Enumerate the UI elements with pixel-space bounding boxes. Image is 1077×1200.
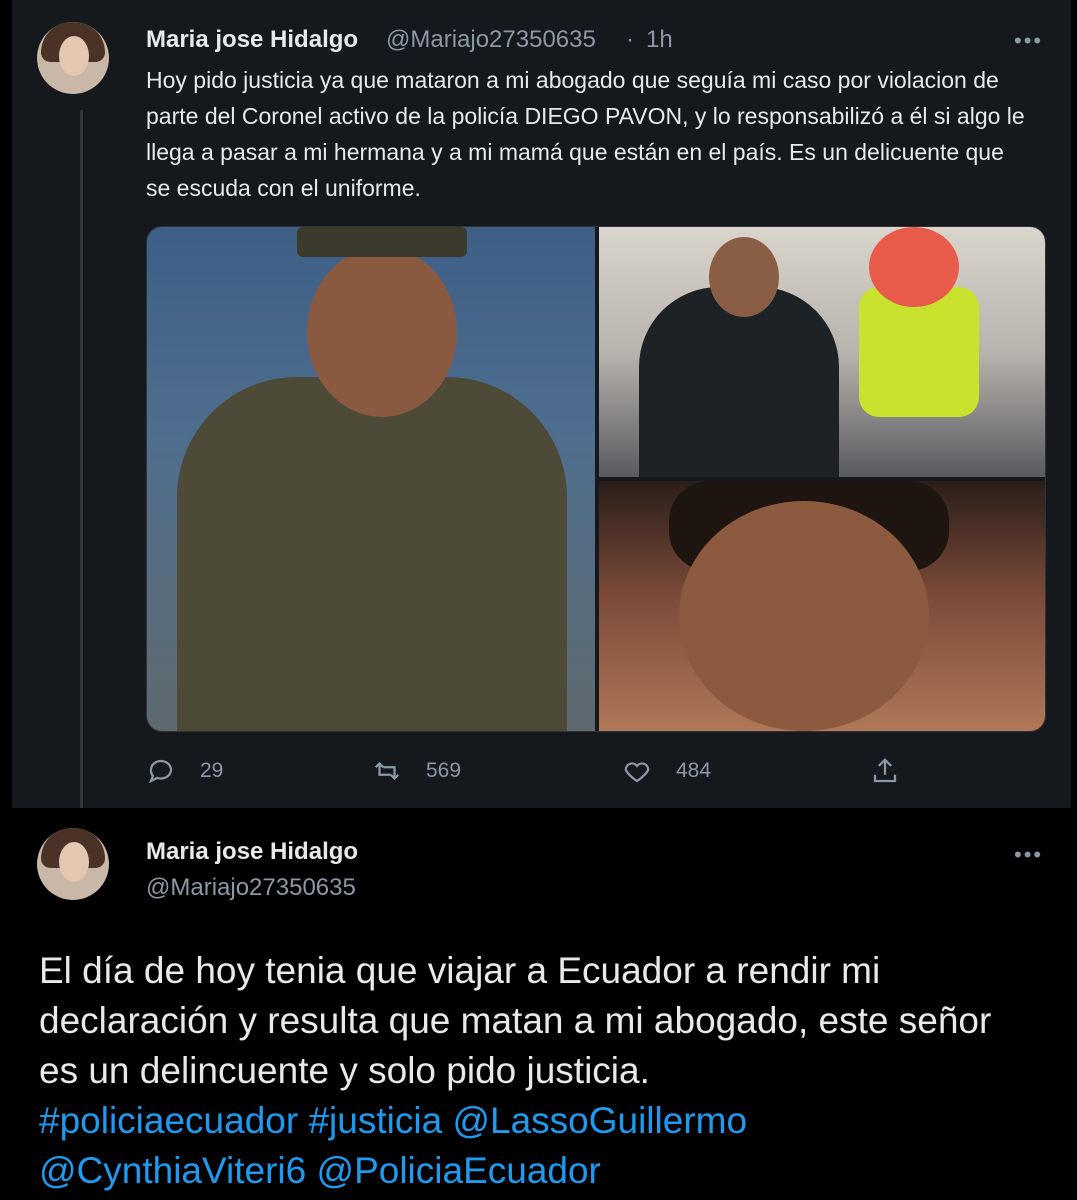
like-count: 484 xyxy=(676,759,712,782)
retweet-count: 569 xyxy=(426,759,462,782)
reply-button[interactable]: 29 xyxy=(146,756,223,786)
thread-line xyxy=(80,110,83,822)
share-icon xyxy=(873,758,897,783)
mention-link[interactable]: @LassoGuillermo xyxy=(452,1100,747,1141)
reply-icon xyxy=(148,759,173,784)
heart-icon xyxy=(624,762,650,783)
hashtag-link[interactable]: #justicia xyxy=(308,1100,442,1141)
photo-lawyer[interactable] xyxy=(599,481,1045,731)
like-button[interactable]: 484 xyxy=(622,756,711,786)
author-name[interactable]: Maria jose Hidalgo xyxy=(146,838,358,866)
share-button[interactable] xyxy=(870,756,900,786)
retweet-icon xyxy=(374,761,400,781)
avatar[interactable] xyxy=(37,22,109,94)
tweet-text: El día de hoy tenia que viajar a Ecuador… xyxy=(39,946,1039,1196)
media-grid[interactable] xyxy=(146,226,1046,732)
photo-officer-portrait[interactable] xyxy=(147,227,595,731)
author-handle[interactable]: @Mariajo27350635 xyxy=(386,26,596,54)
more-icon[interactable]: ••• xyxy=(1014,28,1043,54)
more-icon[interactable]: ••• xyxy=(1014,842,1043,868)
tweet-text-main: El día de hoy tenia que viajar a Ecuador… xyxy=(39,950,992,1091)
photo-officer-event[interactable] xyxy=(599,227,1045,477)
reply-count: 29 xyxy=(200,759,224,782)
author-name[interactable]: Maria jose Hidalgo xyxy=(146,26,358,54)
avatar[interactable] xyxy=(37,828,109,900)
retweet-button[interactable]: 569 xyxy=(372,756,461,786)
mention-link[interactable]: @CynthiaViteri6 xyxy=(39,1150,306,1191)
tweet-text: Hoy pido justicia ya que mataron a mi ab… xyxy=(146,67,1025,201)
author-handle[interactable]: @Mariajo27350635 xyxy=(146,874,356,902)
timestamp[interactable]: 1h xyxy=(646,26,673,54)
separator-dot: · xyxy=(626,26,634,53)
hashtag-link[interactable]: #policiaecuador xyxy=(39,1100,298,1141)
mention-link[interactable]: @PoliciaEcuador xyxy=(317,1150,601,1191)
